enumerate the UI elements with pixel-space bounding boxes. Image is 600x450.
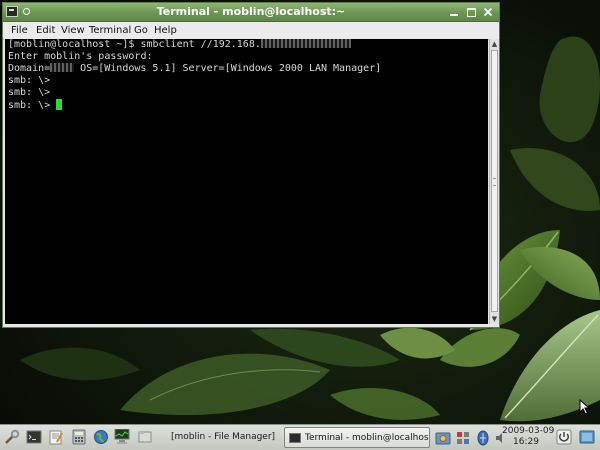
terminal-window: Terminal - moblin@localhost:~ File Edit … [2,2,500,328]
terminal-icon [289,433,301,443]
taskbar: [moblin - File Manager] Terminal - mobli… [0,424,600,450]
clock-time: 16:29 [513,437,539,447]
terminal-output[interactable]: [moblin@localhost ~]$ smbclient //192.16… [5,39,488,324]
web-browser-icon[interactable] [93,429,109,445]
terminal-prompt-line: smb: \> [8,99,63,111]
menu-help[interactable]: Help [154,22,177,39]
window-titlebar[interactable]: Terminal - moblin@localhost:~ [3,3,499,22]
menu-terminal[interactable]: Terminal [89,22,131,39]
tools-icon[interactable] [4,429,20,445]
clock-date: 2009-03-09 [502,426,555,436]
terminal-scrollbar[interactable]: ▲ ▼ [489,39,499,324]
calculator-icon[interactable] [71,429,87,445]
menu-edit[interactable]: Edit [36,22,55,39]
window-title: Terminal - moblin@localhost:~ [156,5,346,18]
domain-label: Domain= [8,63,51,74]
command-text: [moblin@localhost ~]$ smbclient //192.16… [8,39,261,50]
menu-bar: File Edit View Terminal Go Help [3,22,499,40]
close-icon[interactable] [481,5,495,19]
menu-view[interactable]: View [61,22,85,39]
scrollbar-thumb[interactable] [491,50,498,312]
terminal-line: smb: \> [8,87,51,98]
menu-go[interactable]: Go [134,22,148,39]
clock[interactable]: 2009-03-09 16:29 [502,426,555,448]
terminal-line: Domain= OS=[Windows 5.1] Server=[Windows… [8,63,381,75]
scroll-down-icon[interactable]: ▼ [490,314,499,324]
terminal-line: smb: \> [8,75,51,86]
status-tray-icon[interactable] [455,430,471,446]
logout-icon[interactable] [556,429,572,445]
maximize-icon[interactable] [464,5,478,19]
task-terminal-label: Terminal - moblin@localhost:~ [305,433,430,443]
server-info: OS=[Windows 5.1] Server=[Windows 2000 LA… [74,63,382,74]
redacted-domain [50,63,75,72]
text-editor-icon[interactable] [48,429,64,445]
system-monitor-icon[interactable] [114,428,130,445]
terminal-line: Enter moblin's password: [8,51,153,62]
text-cursor [56,99,63,110]
sticky-icon[interactable] [23,8,30,15]
minimize-icon[interactable] [447,5,461,19]
menu-file[interactable]: File [11,22,28,39]
photo-viewer-icon[interactable] [435,430,451,446]
window-menu-icon[interactable] [6,6,18,17]
file-manager-icon[interactable] [137,429,153,445]
redacted-ip [260,39,351,48]
terminal-icon[interactable] [26,429,42,445]
terminal-line: [moblin@localhost ~]$ smbclient //192.16… [8,39,351,51]
prompt-text: smb: \> [8,100,57,111]
task-terminal[interactable]: Terminal - moblin@localhost:~ [284,427,430,448]
scroll-up-icon[interactable]: ▲ [490,39,499,49]
task-file-manager[interactable]: [moblin - File Manager] [158,427,278,448]
show-desktop-icon[interactable] [579,429,595,445]
mouse-pointer-icon [579,398,591,415]
network-icon[interactable] [475,430,491,446]
